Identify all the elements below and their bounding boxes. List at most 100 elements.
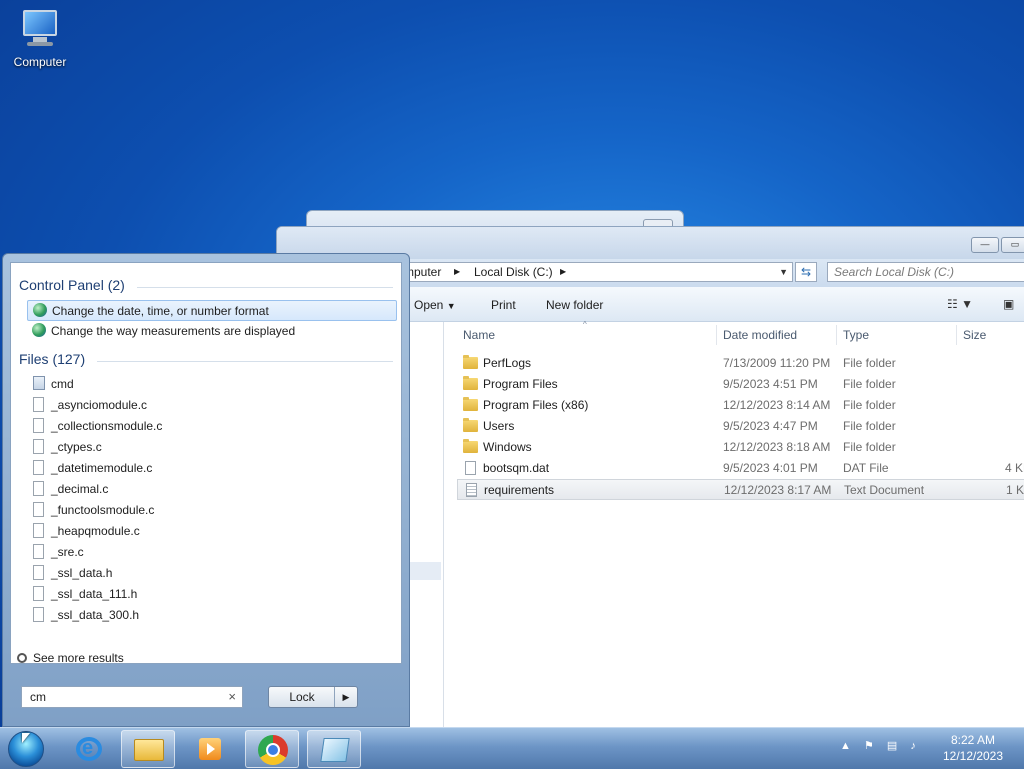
control-panel-icon [32, 323, 46, 337]
view-options-icon[interactable]: ☷ ▼ [947, 297, 973, 311]
file-row-windows[interactable]: Windows 12/12/2023 8:18 AM File folder [457, 437, 1024, 458]
file-icon [33, 397, 44, 412]
folder-icon [134, 739, 164, 761]
file-row-program-files-x86[interactable]: Program Files (x86) 12/12/2023 8:14 AM F… [457, 395, 1024, 416]
taskbar-notepad[interactable] [307, 730, 361, 768]
file-row-perflogs[interactable]: PerfLogs 7/13/2009 11:20 PM File folder [457, 353, 1024, 374]
file-date: 7/13/2009 11:20 PM [723, 356, 831, 370]
file-row-program-files[interactable]: Program Files 9/5/2023 4:51 PM File fold… [457, 374, 1024, 395]
result-file[interactable]: _asynciomodule.c [27, 395, 397, 416]
preview-pane-icon[interactable]: ▣ [1003, 297, 1014, 311]
file-type: File folder [843, 356, 896, 370]
show-hidden-icons-icon[interactable]: ▲ [840, 740, 851, 752]
search-results-pane: Control Panel (2) Change the date, time,… [10, 262, 402, 664]
lock-button[interactable]: Lock ▶ [268, 686, 358, 708]
maximize-button[interactable]: ▭ [1001, 237, 1024, 253]
result-file[interactable]: _ctypes.c [27, 437, 397, 458]
file-icon [33, 418, 44, 433]
file-icon [33, 439, 44, 454]
computer-icon [17, 8, 63, 52]
result-file[interactable]: _ssl_data_111.h [27, 584, 397, 605]
file-icon [33, 586, 44, 601]
file-date: 9/5/2023 4:47 PM [723, 419, 818, 433]
taskbar-chrome[interactable] [245, 730, 299, 768]
file-name: Windows [483, 440, 532, 454]
new-folder-button[interactable]: New folder [546, 298, 603, 312]
clock-date: 12/12/2023 [942, 749, 1004, 763]
result-change-measurements[interactable]: Change the way measurements are displaye… [27, 321, 397, 342]
search-input[interactable]: Search Local Disk (C:) [827, 262, 1024, 282]
nav-selected-item[interactable] [407, 562, 441, 580]
taskbar: ▲ ⚑ ▤ ♪ 8:22 AM 12/12/2023 [0, 727, 1024, 769]
file-icon [33, 502, 44, 517]
desktop-icon-label: Computer [13, 55, 67, 69]
internet-explorer-icon [76, 737, 102, 761]
start-search-input[interactable]: cm × [21, 686, 243, 708]
folder-icon [463, 439, 478, 453]
result-file[interactable]: _heapqmodule.c [27, 521, 397, 542]
search-query: cm [30, 690, 46, 704]
result-file[interactable]: _functoolsmodule.c [27, 500, 397, 521]
refresh-button[interactable]: ⇆ [795, 262, 817, 282]
chevron-right-icon[interactable]: ▶ [334, 687, 357, 707]
file-type: DAT File [843, 461, 889, 475]
print-button[interactable]: Print [491, 298, 516, 312]
clock[interactable]: 8:22 AM 12/12/2023 [930, 732, 1016, 764]
file-name: Users [483, 419, 515, 433]
minimize-button[interactable]: — [971, 237, 999, 253]
folder-icon [463, 418, 478, 432]
file-row-bootsqm[interactable]: bootsqm.dat 9/5/2023 4:01 PM DAT File 4 … [457, 458, 1024, 479]
result-file[interactable]: _ssl_data_300.h [27, 605, 397, 626]
control-panel-icon [33, 303, 47, 317]
volume-icon[interactable]: ♪ [910, 740, 916, 752]
result-file[interactable]: _ssl_data.h [27, 563, 397, 584]
file-type: File folder [843, 398, 896, 412]
file-name: bootsqm.dat [483, 461, 550, 475]
result-file[interactable]: _collectionsmodule.c [27, 416, 397, 437]
result-file[interactable]: _decimal.c [27, 479, 397, 500]
result-file[interactable]: _sre.c [27, 542, 397, 563]
file-type: File folder [843, 440, 896, 454]
clear-search-icon[interactable]: × [228, 687, 236, 707]
mouse-cursor-icon [22, 733, 30, 743]
file-row-users[interactable]: Users 9/5/2023 4:47 PM File folder [457, 416, 1024, 437]
column-header-name[interactable]: Name [457, 325, 717, 345]
address-bar[interactable]: mputer ▶ Local Disk (C:) ▶ ▼ [397, 262, 793, 282]
taskbar-file-explorer[interactable] [121, 730, 175, 768]
chevron-right-icon[interactable]: ▶ [454, 263, 460, 281]
desktop-icon-computer[interactable]: Computer [8, 8, 72, 69]
divider [97, 361, 393, 362]
search-icon [17, 653, 27, 663]
chevron-right-icon[interactable]: ▶ [560, 263, 566, 281]
network-icon[interactable]: ▤ [887, 740, 897, 752]
file-name: Program Files (x86) [483, 398, 589, 412]
action-center-icon[interactable]: ⚑ [864, 740, 874, 752]
file-row-requirements[interactable]: requirements 12/12/2023 8:17 AM Text Doc… [457, 479, 1024, 500]
folder-icon [463, 355, 478, 369]
chevron-down-icon[interactable]: ▼ [779, 263, 788, 281]
file-size: 1 KE [1006, 483, 1024, 497]
taskbar-internet-explorer[interactable] [62, 730, 116, 768]
open-button[interactable]: Open ▼ [414, 298, 456, 312]
file-icon [33, 607, 44, 622]
taskbar-media-player[interactable] [183, 730, 237, 768]
file-icon [33, 523, 44, 538]
breadcrumb-local-disk[interactable]: Local Disk (C:) [474, 263, 553, 281]
see-more-results-link[interactable]: See more results [17, 651, 124, 665]
files-header[interactable]: Files (127) [19, 351, 85, 367]
folder-icon [463, 397, 478, 411]
file-icon [465, 461, 476, 475]
cmd-icon [33, 376, 45, 390]
result-file[interactable]: cmd [27, 374, 397, 395]
file-name: requirements [484, 483, 555, 497]
column-header-type[interactable]: Type [837, 325, 957, 345]
notepad-icon [320, 738, 350, 762]
file-type: File folder [843, 377, 896, 391]
file-date: 12/12/2023 8:18 AM [723, 440, 831, 454]
result-change-date-format[interactable]: Change the date, time, or number format [27, 300, 397, 321]
result-file[interactable]: _datetimemodule.c [27, 458, 397, 479]
column-header-date[interactable]: Date modified [717, 325, 837, 345]
chrome-icon [258, 735, 288, 765]
column-header-size[interactable]: Size [957, 325, 1024, 345]
control-panel-header[interactable]: Control Panel (2) [19, 277, 125, 293]
